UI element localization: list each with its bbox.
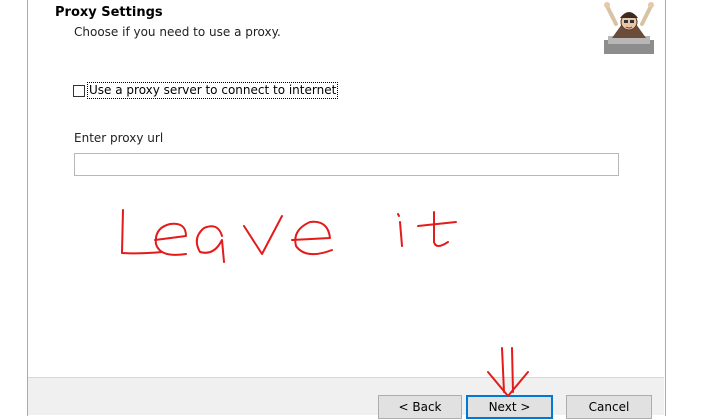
cancel-button[interactable]: Cancel <box>566 395 652 419</box>
page-subtitle: Choose if you need to use a proxy. <box>74 25 281 39</box>
proxy-checkbox-row[interactable]: Use a proxy server to connect to interne… <box>73 82 339 99</box>
use-proxy-checkbox[interactable] <box>73 84 85 97</box>
installer-window <box>27 0 666 416</box>
background-right <box>666 0 710 414</box>
back-button[interactable]: < Back <box>378 395 462 419</box>
page-title: Proxy Settings <box>55 5 163 20</box>
wizard-logo-icon <box>604 2 654 54</box>
next-button[interactable]: Next > <box>466 395 553 419</box>
background-left <box>0 0 27 414</box>
proxy-url-input[interactable] <box>74 153 619 176</box>
proxy-url-label: Enter proxy url <box>74 131 164 145</box>
use-proxy-checkbox-label[interactable]: Use a proxy server to connect to interne… <box>86 82 339 99</box>
